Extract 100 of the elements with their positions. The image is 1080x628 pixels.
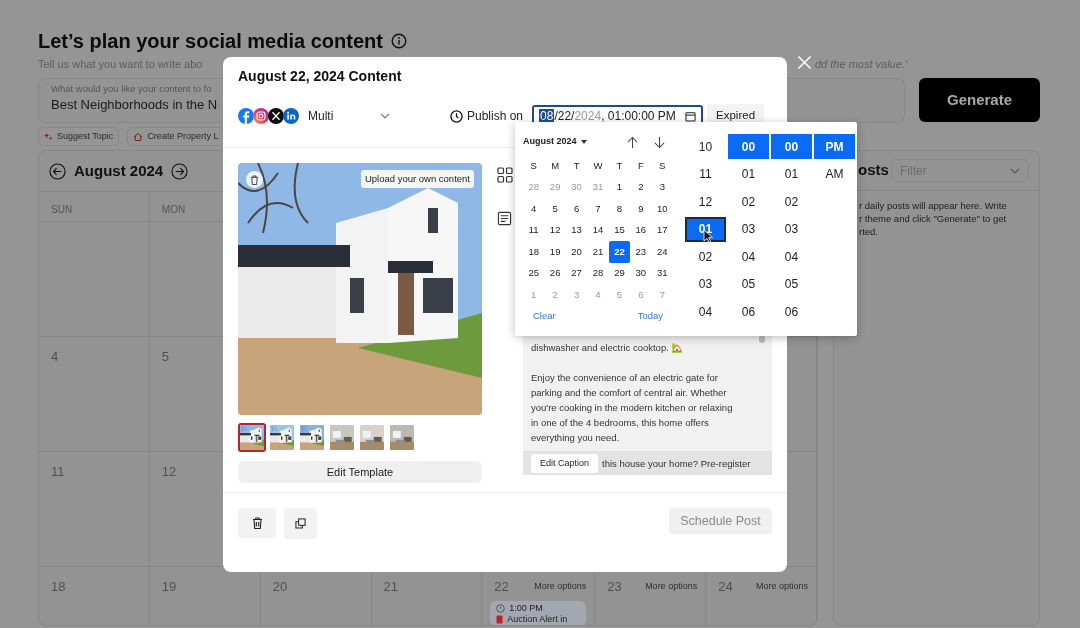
time-option[interactable]: 01 [685,216,726,242]
thumbnail[interactable] [238,423,266,452]
calendar-day[interactable]: 27 [565,262,588,284]
generate-button[interactable]: Generate [919,78,1040,122]
chip-button[interactable]: Suggest Topic [38,127,120,146]
calendar-day[interactable]: 11 [523,219,545,241]
time-option[interactable]: 04 [685,299,726,324]
calendar-day[interactable]: 12 [544,219,566,241]
trash-icon [251,517,263,529]
more-options-link[interactable]: More options [755,580,808,594]
today-link[interactable]: Today [637,309,663,324]
chevron-down-icon [380,113,390,119]
linkedin-icon [283,108,299,124]
info-icon [390,33,407,49]
delete-button[interactable] [238,508,276,538]
previous-month-icon[interactable] [49,162,66,180]
calendar-day[interactable]: 5 [544,198,566,220]
time-option[interactable]: 03 [728,216,769,242]
thumbnail[interactable] [358,423,386,452]
calendar-day[interactable]: 15 [608,219,631,241]
time-option[interactable]: AM [814,161,855,187]
next-month-icon[interactable] [171,162,189,180]
time-option[interactable]: 00 [771,134,812,159]
calendar-day[interactable]: 16 [630,219,652,241]
event-card[interactable]: 1:00 PM Auction Alert in [490,600,587,625]
time-option[interactable]: 01 [728,161,769,187]
calendar-day[interactable]: 21 [587,241,609,263]
time-option[interactable]: 04 [771,244,812,269]
day-number: 19 [161,578,177,596]
calendar-day[interactable]: 18 [523,241,545,263]
home-icon [133,131,144,142]
more-options-link[interactable]: More options [645,580,698,594]
calendar-day[interactable]: 1 [608,176,631,198]
calendar-day[interactable]: 20 [565,241,588,263]
time-option[interactable]: 05 [728,271,769,297]
document-icon [496,614,504,624]
thumbnail[interactable] [268,423,296,452]
calendar-day[interactable]: 3 [651,176,673,198]
day-number: 12 [161,463,177,481]
time-option[interactable]: 02 [685,244,726,269]
thumbnail[interactable] [388,423,416,452]
audience-select[interactable]: Multi [298,107,390,125]
thumbnail[interactable] [298,423,326,452]
calendar-day[interactable]: 28 [587,262,609,284]
weekday-label: T [616,158,623,173]
calendar-day[interactable]: 6 [565,198,588,220]
time-option[interactable]: 11 [685,161,726,187]
calendar-day[interactable]: 29 [608,262,631,284]
time-option[interactable]: 02 [728,189,769,214]
down-arrow-icon[interactable] [654,135,665,149]
time-option[interactable]: 06 [728,299,769,324]
time-option[interactable]: PM [814,134,855,159]
time-option[interactable]: 00 [728,134,769,159]
time-option[interactable]: 05 [771,271,812,297]
text-icon[interactable] [497,211,512,226]
calendar-day[interactable]: 8 [608,198,631,220]
calendar-day[interactable]: 2 [630,176,652,198]
month-dropdown[interactable]: August 2024 [523,135,587,149]
calendar-day[interactable]: 10 [651,198,673,220]
chip-button[interactable]: Create Property L [127,127,225,146]
calendar-day[interactable]: 26 [544,262,566,284]
weekday-label: W [593,158,603,173]
modal-title: August 22, 2024 Content [237,67,403,85]
time-option[interactable]: 12 [685,189,726,214]
calendar-day[interactable]: 17 [651,219,673,241]
duplicate-button[interactable] [284,508,317,539]
caption-text: Enjoy the convenience of an electric gate for parking and the comfort of central air. Whether you're cooking in the modern kitchen or relaxing in one of the 4 bedrooms, this home offers everything you need. [531,371,734,445]
weekday-label: S [530,158,537,173]
time-option[interactable]: 10 [685,134,726,159]
calendar-day[interactable]: 7 [587,198,609,220]
calendar-day[interactable]: 19 [544,241,566,263]
time-option[interactable]: 04 [728,244,769,269]
calendar-day[interactable]: 14 [587,219,609,241]
day-number: 22 [494,578,509,596]
grid-icon[interactable] [497,167,513,183]
calendar-day[interactable]: 31 [651,262,673,284]
calendar-day[interactable]: 13 [565,219,588,241]
edit-caption-button[interactable]: Edit Caption [531,453,599,473]
time-option[interactable]: 06 [771,299,812,324]
calendar-day[interactable]: 23 [630,241,652,263]
calendar-icon [685,110,697,122]
more-options-link[interactable]: More options [534,580,587,594]
time-option[interactable]: 03 [685,271,726,297]
calendar-day[interactable]: 25 [523,262,545,284]
upload-content-button[interactable]: Upload your own content [360,170,474,189]
time-option[interactable]: 01 [771,161,812,187]
calendar-day[interactable]: 24 [651,241,673,263]
calendar-day[interactable]: 30 [630,262,652,284]
edit-template-button[interactable]: Edit Template [238,461,482,483]
calendar-day[interactable]: 22 [608,241,631,263]
close-icon[interactable] [797,55,812,70]
calendar-day[interactable]: 4 [523,198,545,220]
calendar-day[interactable]: 9 [630,198,652,220]
weekday-label: MON [161,204,186,215]
thumbnail[interactable] [328,423,356,452]
chevron-down-icon [1010,167,1020,174]
time-option[interactable]: 03 [771,216,812,242]
up-arrow-icon[interactable] [627,135,638,149]
clear-link[interactable]: Clear [533,309,556,324]
time-option[interactable]: 02 [771,189,812,214]
